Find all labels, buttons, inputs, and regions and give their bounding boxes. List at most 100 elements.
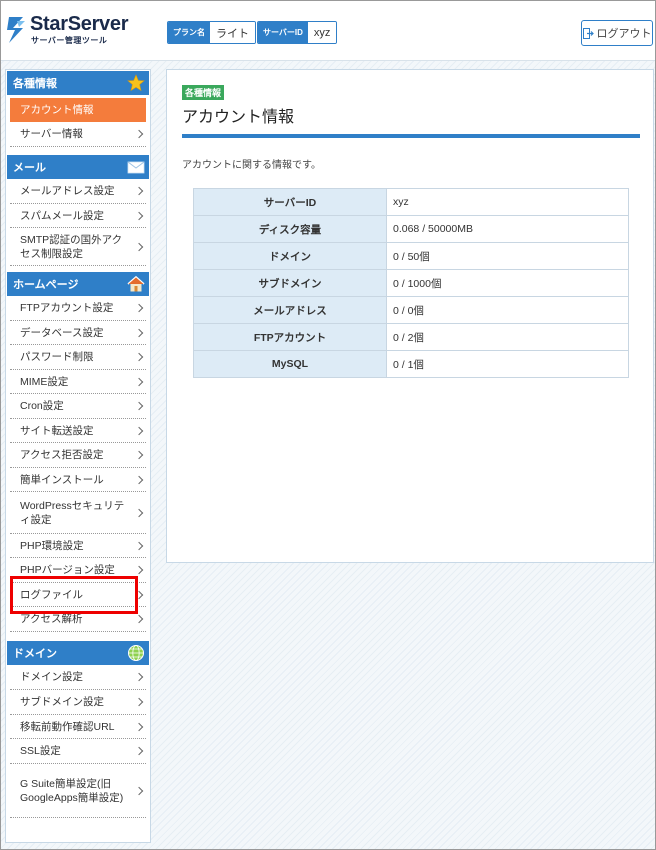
sidebar-item-label: アクセス拒否設定	[20, 449, 104, 461]
sidebar-item-label: サブドメイン設定	[20, 696, 104, 708]
logout-label: ログアウト	[596, 28, 652, 40]
sidebar-item-server-info[interactable]: サーバー情報	[10, 122, 146, 147]
row-value: 0 / 50個	[386, 242, 629, 270]
sidebar-item-label: PHP環境設定	[20, 539, 84, 552]
top-header: StarServer サーバー管理ツール プラン名 ライト サーバーID xyz…	[1, 1, 655, 61]
chevron-right-icon	[134, 672, 144, 682]
server-id-indicator: サーバーID xyz	[257, 21, 338, 44]
sidebar-item-label: 簡単インストール	[20, 473, 104, 486]
table-row: メールアドレス 0 / 0個	[193, 296, 629, 324]
chevron-right-icon	[134, 541, 144, 550]
chevron-right-icon	[134, 303, 144, 313]
sidebar-item-label: SMTP認証の国外アクセス制限設定	[20, 233, 123, 260]
chevron-right-icon	[134, 475, 144, 484]
sidebar-item-label: データベース設定	[20, 326, 104, 339]
row-value: 0 / 1000個	[386, 269, 629, 297]
sidebar-item-ftp-account[interactable]: FTPアカウント設定	[10, 296, 146, 321]
table-row: サーバーID xyz	[193, 188, 629, 216]
chevron-right-icon	[134, 746, 144, 756]
logo-mark-icon	[7, 17, 25, 43]
row-label: MySQL	[193, 350, 387, 378]
sidebar-item-access-deny[interactable]: アクセス拒否設定	[10, 443, 146, 468]
star-icon	[127, 74, 145, 92]
plan-indicator: プラン名 ライト	[167, 21, 256, 44]
sidebar-item-site-forwarding[interactable]: サイト転送設定	[10, 419, 146, 443]
sidebar-item-label: SSL設定	[20, 745, 61, 757]
sidebar-item-smtp-restriction[interactable]: SMTP認証の国外アクセス制限設定	[10, 228, 146, 266]
sidebar-item-label: アクセス解析	[20, 613, 83, 625]
chevron-right-icon	[134, 129, 144, 139]
logo-name: StarServer	[30, 13, 129, 35]
section-title: ドメイン	[13, 648, 57, 660]
section-title: ホームページ	[13, 279, 79, 291]
sidebar-item-php-environment[interactable]: PHP環境設定	[10, 534, 146, 558]
row-label: FTPアカウント	[193, 323, 387, 351]
table-row: ディスク容量 0.068 / 50000MB	[193, 215, 629, 243]
sidebar-item-label: ドメイン設定	[20, 671, 83, 683]
logout-button[interactable]: ログアウト	[581, 20, 653, 46]
section-title: 各種情報	[13, 78, 57, 90]
row-label: メールアドレス	[193, 296, 387, 324]
table-row: サブドメイン 0 / 1000個	[193, 269, 629, 297]
chevron-right-icon	[134, 211, 144, 220]
sidebar-item-php-version[interactable]: PHPバージョン設定	[10, 558, 146, 583]
row-label: サブドメイン	[193, 269, 387, 297]
chevron-right-icon	[134, 377, 144, 386]
row-value: 0 / 2個	[386, 323, 629, 351]
logout-icon	[582, 27, 594, 39]
chevron-right-icon	[134, 722, 144, 731]
section-badge: 各種情報	[182, 85, 225, 100]
sidebar-item-label: ログファイル	[20, 588, 83, 601]
sidebar-item-access-analytics[interactable]: アクセス解析	[10, 607, 146, 632]
mail-icon	[127, 161, 145, 174]
logo-subtitle: サーバー管理ツール	[31, 36, 108, 45]
chevron-right-icon	[134, 786, 144, 795]
sidebar-item-label: パスワード制限	[20, 351, 94, 363]
sidebar-item-mail-address[interactable]: メールアドレス設定	[10, 179, 146, 204]
sidebar-item-ssl[interactable]: SSL設定	[10, 739, 146, 764]
sidebar-item-log-file[interactable]: ログファイル	[10, 583, 146, 607]
row-value: 0 / 1個	[386, 350, 629, 378]
globe-icon	[128, 645, 144, 661]
sidebar-item-label: サイト転送設定	[20, 424, 94, 437]
row-label: ディスク容量	[193, 215, 387, 243]
chevron-right-icon	[134, 565, 144, 575]
account-info-table: サーバーID xyz ディスク容量 0.068 / 50000MB ドメイン 0…	[193, 188, 629, 378]
sidebar-item-label: アカウント情報	[20, 104, 94, 116]
sidebar-item-label: G Suite簡単設定(旧GoogleApps簡単設定)	[20, 777, 124, 804]
title-divider	[182, 134, 640, 138]
sidebar-item-cron[interactable]: Cron設定	[10, 394, 146, 419]
chevron-right-icon	[134, 352, 144, 362]
sidebar-item-label: PHPバージョン設定	[20, 564, 115, 576]
sidebar-item-account-info[interactable]: アカウント情報	[10, 98, 146, 122]
sidebar-item-pre-migration-url[interactable]: 移転前動作確認URL	[10, 715, 146, 739]
sidebar-item-domain-settings[interactable]: ドメイン設定	[10, 665, 146, 690]
row-label: ドメイン	[193, 242, 387, 270]
sidebar-item-subdomain-settings[interactable]: サブドメイン設定	[10, 690, 146, 715]
page-description: アカウントに関する情報です。	[182, 160, 321, 171]
chevron-right-icon	[134, 328, 144, 337]
starserver-logo[interactable]: StarServer サーバー管理ツール	[5, 13, 155, 49]
sidebar-section-domain: ドメイン	[7, 641, 149, 665]
sidebar-item-password-restriction[interactable]: パスワード制限	[10, 345, 146, 370]
chevron-right-icon	[134, 697, 144, 707]
house-icon	[127, 275, 145, 292]
chevron-right-icon	[134, 426, 144, 435]
sidebar-item-easy-install[interactable]: 簡単インストール	[10, 468, 146, 492]
sidebar-item-spam-mail[interactable]: スパムメール設定	[10, 204, 146, 228]
sidebar-item-label: WordPressセキュリティ設定	[20, 499, 125, 526]
sidebar-section-homepage: ホームページ	[7, 272, 149, 296]
section-title: メール	[13, 162, 46, 174]
table-row: ドメイン 0 / 50個	[193, 242, 629, 270]
chevron-right-icon	[134, 401, 144, 411]
sidebar-item-database[interactable]: データベース設定	[10, 321, 146, 345]
sidebar-item-label: FTPアカウント設定	[20, 302, 114, 314]
sidebar-item-label: サーバー情報	[20, 128, 83, 140]
server-id-tag: サーバーID	[258, 22, 308, 43]
sidebar-item-mime[interactable]: MIME設定	[10, 370, 146, 394]
sidebar-item-wordpress-security[interactable]: WordPressセキュリティ設定	[10, 492, 146, 534]
chevron-right-icon	[134, 186, 144, 196]
chevron-right-icon	[134, 242, 144, 251]
sidebar: 各種情報 アカウント情報 サーバー情報 メール メールアドレス設定 スパムメール…	[5, 69, 151, 843]
sidebar-item-gsuite[interactable]: G Suite簡単設定(旧GoogleApps簡単設定)	[10, 764, 146, 818]
